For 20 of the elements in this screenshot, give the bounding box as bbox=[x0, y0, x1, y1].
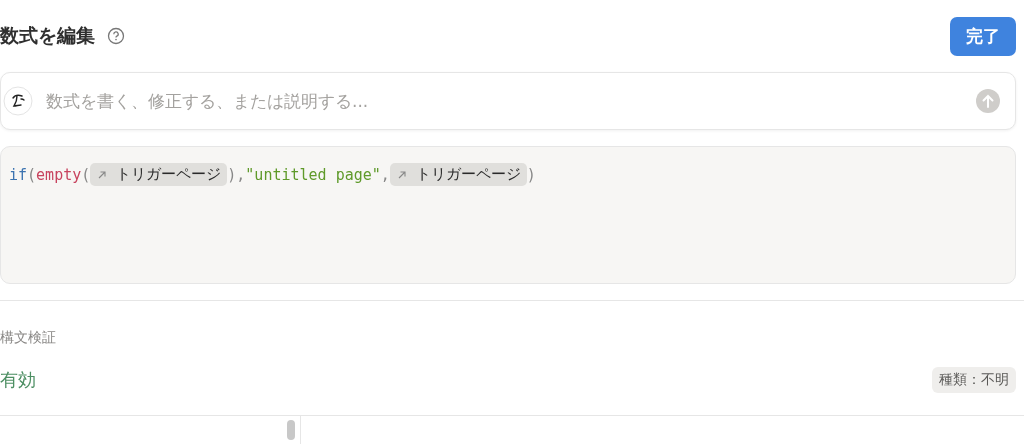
code-token: empty bbox=[36, 165, 82, 184]
validation-status: 有効 bbox=[0, 368, 36, 392]
code-token: ( bbox=[27, 165, 37, 184]
code-token: , bbox=[380, 165, 390, 184]
page-mention-chip[interactable]: トリガーページ bbox=[90, 163, 228, 186]
scrollbar-thumb[interactable] bbox=[287, 420, 295, 440]
type-badge: 種類：不明 bbox=[932, 367, 1016, 393]
page-mention-chip[interactable]: トリガーページ bbox=[389, 163, 527, 186]
dialog-title: 数式を編集 bbox=[0, 23, 95, 48]
help-icon[interactable] bbox=[107, 27, 125, 45]
formula-editor[interactable]: if(empty( トリガーページ ),"untitled page", トリガーページ ) bbox=[0, 146, 1016, 284]
code-token: ) bbox=[526, 165, 536, 184]
code-token: ), bbox=[227, 165, 246, 184]
section-label: 構文検証 bbox=[0, 329, 57, 347]
code-token: if bbox=[9, 165, 28, 184]
code-token: ( bbox=[81, 165, 91, 184]
arrow-icon bbox=[96, 168, 109, 181]
done-button[interactable]: 完了 bbox=[950, 16, 1016, 56]
formula-prompt-field[interactable]: 数式を書く、修正する、または説明する... bbox=[0, 72, 1016, 130]
code-token: "untitled page" bbox=[245, 165, 381, 184]
